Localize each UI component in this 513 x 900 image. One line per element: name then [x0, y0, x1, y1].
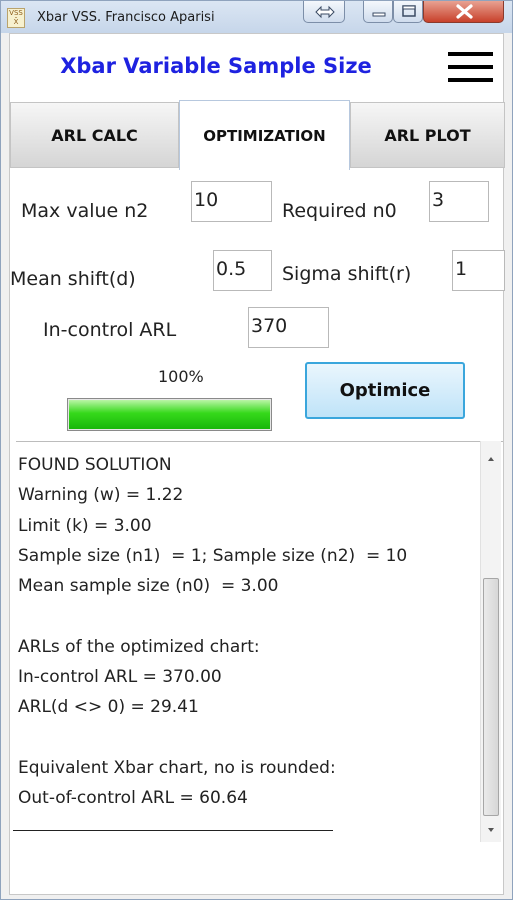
- results-text: FOUND SOLUTION Warning (w) = 1.22 Limit (k…: [18, 450, 407, 814]
- app-window: VSS X̄ Xbar VSS. Francisco Aparisi Xbar V…: [0, 0, 513, 900]
- result-line: Warning (w) = 1.22: [18, 485, 184, 506]
- tab-arl-calc[interactable]: ARL CALC: [10, 102, 179, 168]
- minimize-icon[interactable]: [363, 1, 393, 23]
- window-title: Xbar VSS. Francisco Aparisi: [37, 10, 215, 25]
- result-line: Mean sample size (n0) = 3.00: [18, 576, 279, 597]
- sigma-shift-input[interactable]: 1: [452, 250, 505, 291]
- required-n0-label: Required n0: [282, 200, 397, 222]
- scroll-down-icon[interactable]: [481, 822, 501, 838]
- result-line: Out-of-control ARL = 60.64: [18, 788, 248, 809]
- scrollbar-thumb[interactable]: [483, 578, 499, 816]
- result-line: [18, 601, 407, 631]
- maximize-icon[interactable]: [393, 1, 423, 23]
- swap-icon[interactable]: [303, 1, 345, 23]
- text-underline: [13, 830, 333, 831]
- result-line: FOUND SOLUTION: [18, 455, 172, 475]
- tab-bar: ARL CALC OPTIMIZATION ARL PLOT: [10, 100, 505, 170]
- tab-arl-plot[interactable]: ARL PLOT: [350, 102, 505, 168]
- result-line: ARL(d <> 0) = 29.41: [18, 697, 199, 718]
- title-bar: VSS X̄ Xbar VSS. Francisco Aparisi: [1, 1, 512, 33]
- progress-bar-fill: [69, 400, 270, 429]
- optimize-button[interactable]: Optimice: [305, 362, 465, 419]
- mean-shift-input[interactable]: 0.5: [213, 250, 272, 291]
- in-control-arl-label: In-control ARL: [43, 319, 177, 341]
- max-n2-input[interactable]: 10: [191, 181, 272, 222]
- result-line: Limit (k) = 3.00: [18, 515, 152, 536]
- result-line: ARLs of the optimized chart:: [18, 636, 260, 657]
- app-icon: VSS X̄: [7, 8, 25, 28]
- tab-optimization[interactable]: OPTIMIZATION: [179, 100, 350, 170]
- scroll-up-icon[interactable]: [481, 451, 501, 467]
- result-line: In-control ARL = 370.00: [18, 667, 222, 688]
- results-textbox[interactable]: FOUND SOLUTION Warning (w) = 1.22 Limit (k…: [16, 441, 503, 843]
- close-icon[interactable]: [423, 1, 504, 23]
- result-line: [18, 723, 407, 753]
- hamburger-menu-icon[interactable]: [448, 52, 493, 82]
- max-n2-label: Max value n2: [21, 200, 149, 222]
- progress-bar: [67, 398, 272, 431]
- page-title: Xbar Variable Sample Size: [60, 54, 372, 78]
- results-scrollbar[interactable]: [480, 441, 501, 842]
- required-n0-input[interactable]: 3: [429, 181, 489, 222]
- mean-shift-label: Mean shift(d): [10, 268, 136, 290]
- in-control-arl-input[interactable]: 370: [248, 307, 329, 348]
- client-area: Xbar Variable Sample Size ARL CALC OPTIM…: [9, 33, 505, 895]
- result-line: Sample size (n1) = 1; Sample size (n2) =…: [18, 545, 408, 566]
- progress-percent: 100%: [158, 367, 204, 386]
- sigma-shift-label: Sigma shift(r): [282, 263, 412, 285]
- result-line: Equivalent Xbar chart, no is rounded:: [18, 757, 336, 778]
